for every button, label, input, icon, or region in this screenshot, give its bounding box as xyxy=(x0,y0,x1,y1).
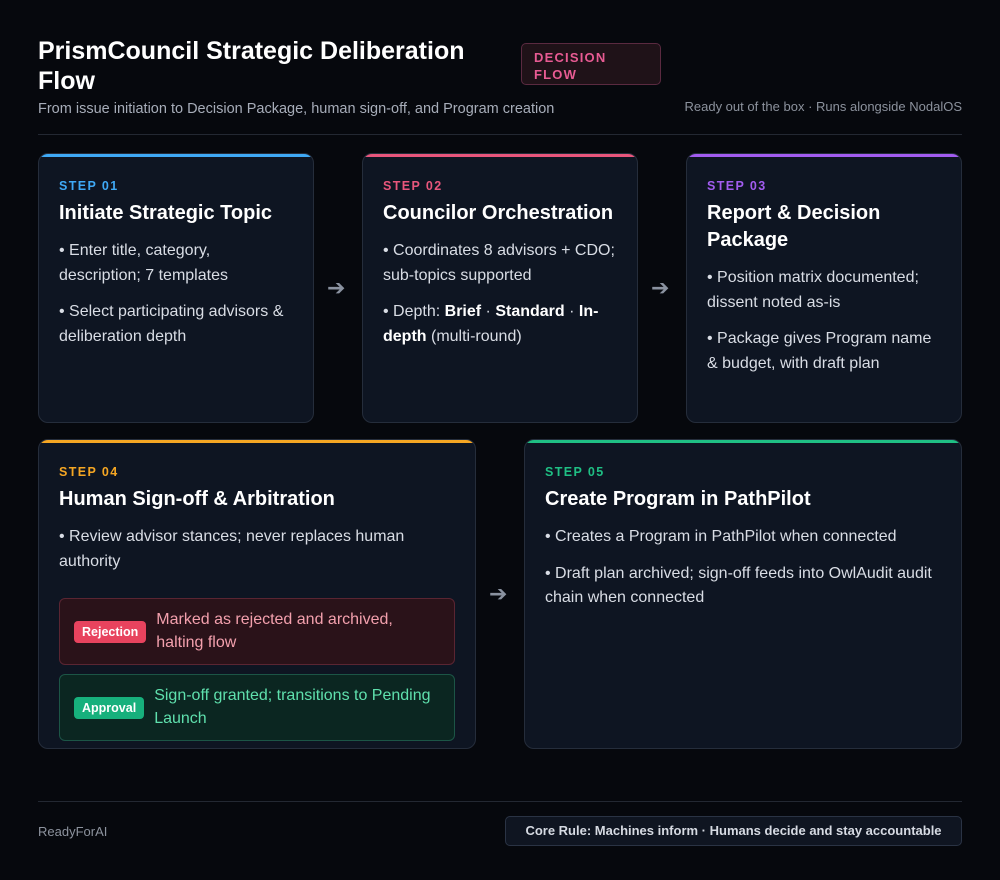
header-divider xyxy=(38,134,962,135)
step-02-bullet-1: • Coordinates 8 advisors + CDO; sub-topi… xyxy=(383,242,615,284)
step-05-bullet-1: • Creates a Program in PathPilot when co… xyxy=(545,528,897,545)
step-05-title: Create Program in PathPilot xyxy=(545,488,811,510)
arrow-right-icon: ➔ xyxy=(651,275,670,300)
step-01-label: STEP 01 xyxy=(59,179,119,193)
approval-outcome: Approval Sign-off granted; transitions t… xyxy=(59,674,455,741)
step-04-title: Human Sign-off & Arbitration xyxy=(59,488,335,510)
core-rule-badge: Core Rule: Machines inform · Humans deci… xyxy=(505,816,962,846)
footer-divider xyxy=(38,801,962,802)
step-02-card: STEP 02 Councilor Orchestration • Coordi… xyxy=(362,153,638,423)
step-01-title: Initiate Strategic Topic xyxy=(59,202,272,224)
step-01-bullet-1: • Enter title, category, description; 7 … xyxy=(59,242,228,284)
approval-text: Sign-off granted; transitions to Pending… xyxy=(154,687,431,727)
step-01-card: STEP 01 Initiate Strategic Topic • Enter… xyxy=(38,153,314,423)
page-title: PrismCouncil Strategic Deliberation Flow xyxy=(38,37,465,95)
rejection-badge: Rejection xyxy=(74,620,147,643)
step-03-bullet-2: • Package gives Program name & budget, w… xyxy=(707,330,932,372)
step-05-bullet-2: • Draft plan archived; sign-off feeds in… xyxy=(545,564,932,607)
approval-badge: Approval xyxy=(74,696,145,719)
step-02-title: Councilor Orchestration xyxy=(383,202,614,224)
page-subtitle: From issue initiation to Decision Packag… xyxy=(38,101,555,117)
step-02-bullet-depth: • Depth: Brief · Standard · In-depth (mu… xyxy=(383,303,599,345)
step-01-bullet-2: • Select participating advisors & delibe… xyxy=(59,303,284,345)
decision-flow-badge: DECISION FLOW xyxy=(521,43,661,85)
depth-brief: Brief xyxy=(444,303,482,320)
header-tagline: Ready out of the box · Runs alongside No… xyxy=(684,99,962,114)
step-04-card: STEP 04 Human Sign-off & Arbitration • R… xyxy=(38,439,476,749)
rejection-outcome: Rejection Marked as rejected and archive… xyxy=(59,598,455,665)
step-03-bullet-1: • Position matrix documented; dissent no… xyxy=(707,269,919,311)
step-05-card: STEP 05 Create Program in PathPilot • Cr… xyxy=(524,439,962,749)
step-03-card: STEP 03 Report & Decision Package • Posi… xyxy=(686,153,962,423)
step-02-label: STEP 02 xyxy=(383,179,443,193)
step-04-label: STEP 04 xyxy=(59,465,119,479)
rejection-text: Marked as rejected and archived, halting… xyxy=(156,611,393,651)
arrow-right-icon: ➔ xyxy=(327,275,346,300)
footer-brand: ReadyForAI xyxy=(38,824,108,839)
depth-standard: Standard xyxy=(495,303,565,320)
step-05-label: STEP 05 xyxy=(545,465,605,479)
arrow-right-icon: ➔ xyxy=(489,581,508,606)
step-04-bullet-1: • Review advisor stances; never replaces… xyxy=(59,528,405,570)
step-03-title: Report & Decision Package xyxy=(707,202,881,251)
step-03-label: STEP 03 xyxy=(707,179,767,193)
